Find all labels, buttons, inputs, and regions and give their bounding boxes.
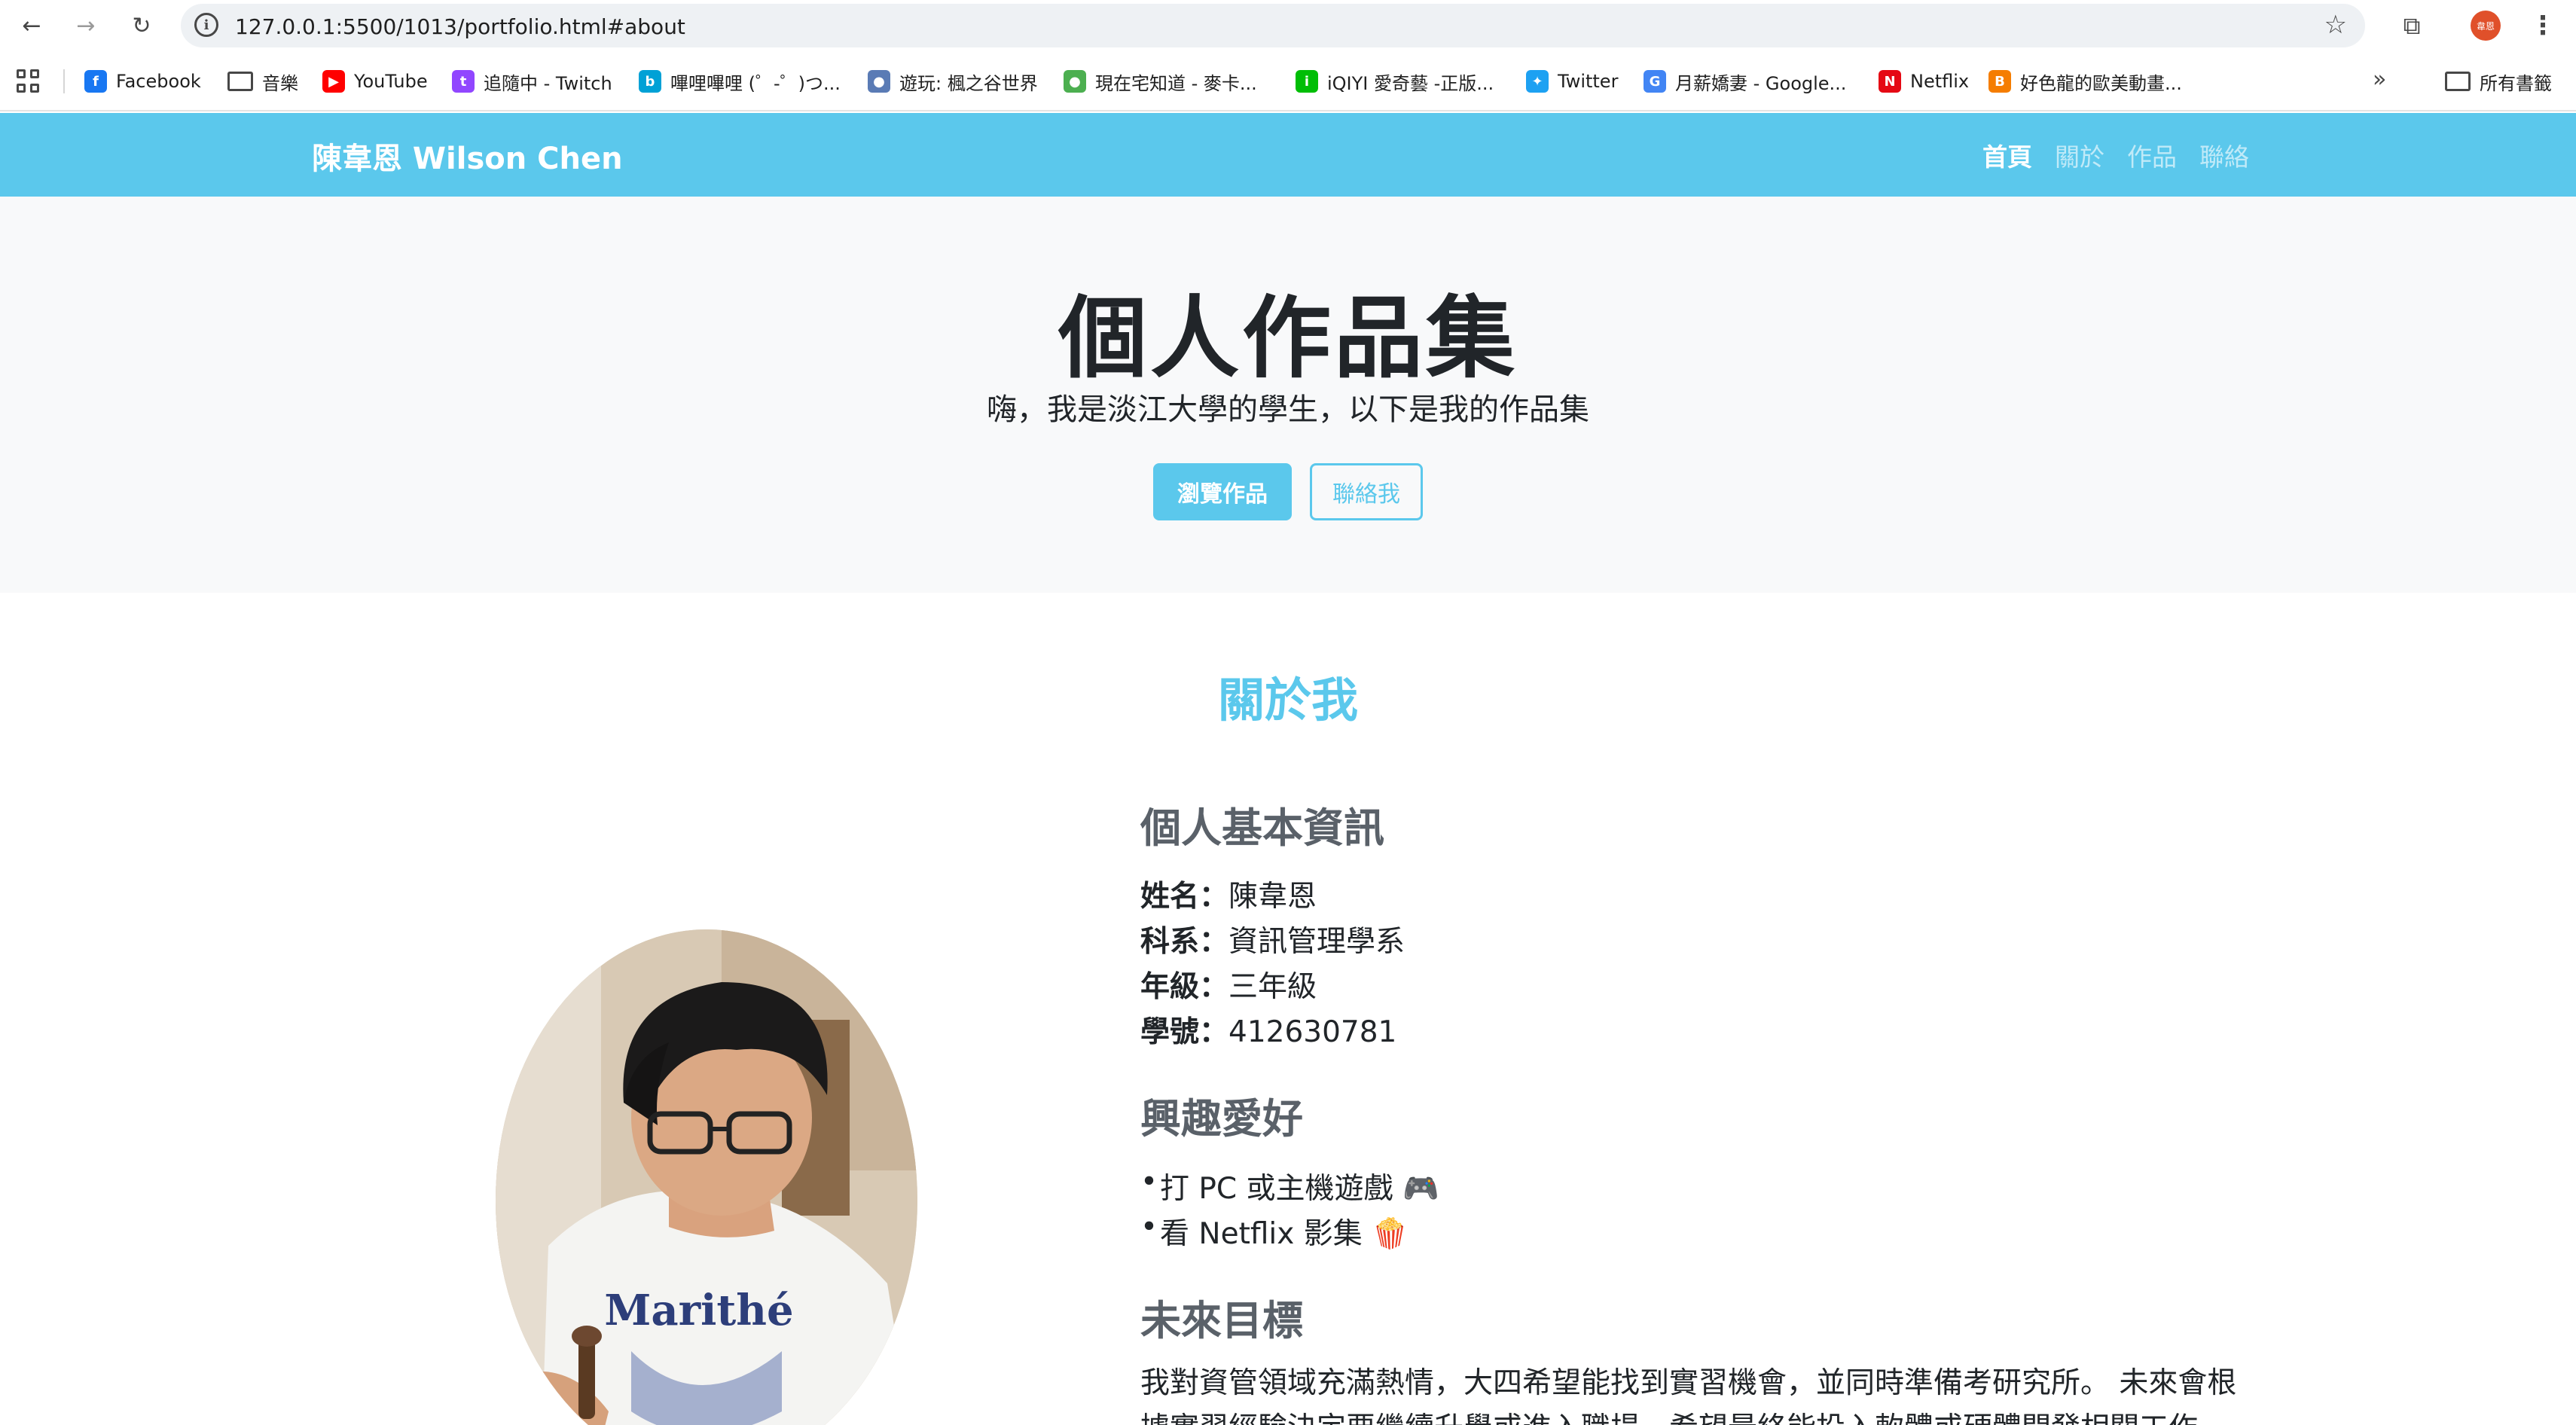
nav-link-about[interactable]: 關於	[2055, 137, 2104, 173]
shirt-print-text: Marithé	[604, 1286, 793, 1335]
bookmark-label: YouTube	[354, 71, 428, 92]
about-title: 關於我	[1217, 673, 1358, 728]
browse-works-button[interactable]: 瀏覽作品	[1153, 463, 1292, 520]
bookmark-item[interactable]: G 月薪嬌妻 - Google...	[1644, 66, 1846, 96]
twitch-icon: t	[452, 70, 475, 93]
bookmark-item[interactable]: f Facebook	[84, 66, 201, 96]
field-value: 陳韋恩	[1228, 880, 1317, 914]
address-bar[interactable]: i 127.0.0.1:5500/1013/portfolio.html#abo…	[181, 4, 2365, 47]
profile-avatar[interactable]: 韋恩	[2471, 11, 2501, 41]
bookmarks-divider	[63, 69, 65, 93]
folder-icon	[2445, 72, 2471, 91]
bookmark-item[interactable]: ▶ YouTube	[322, 66, 428, 96]
bookmarks-bar: f Facebook 音樂 ▶ YouTube t 追隨中 - Twitch b 嗶哩嗶哩 (゜…	[0, 62, 2576, 101]
folder-icon	[227, 72, 253, 91]
bookmark-item[interactable]: b 嗶哩嗶哩 (゜-゜)つ...	[639, 66, 841, 96]
field-grade: 年級：三年級	[1140, 963, 1317, 1005]
iqiyi-icon: i	[1296, 70, 1318, 93]
nav-link-works[interactable]: 作品	[2127, 137, 2177, 173]
site-info-icon[interactable]: i	[194, 13, 218, 37]
goals-paragraph: 我對資管領域充滿熱情，大四希望能找到實習機會，並同時準備考研究所。 未來會根據實…	[1140, 1366, 2237, 1425]
hobbies-heading: 興趣愛好	[1140, 1095, 1303, 1143]
field-department: 科系：資訊管理學系	[1140, 918, 1405, 960]
hobby-item: 看 Netflix 影集 🍿	[1140, 1210, 1409, 1253]
hero-subtitle: 嗨，我是淡江大學的學生，以下是我的作品集	[987, 392, 1589, 427]
about-section: 關於我 Marithé 個人基本資訊 姓名：陳韋恩 科系：資訊管理學系 年級：三…	[0, 593, 2576, 1425]
all-bookmarks-label: 所有書籤	[2480, 72, 2552, 94]
field-value: 412630781	[1228, 1015, 1397, 1049]
bookmark-star-icon[interactable]: ☆	[2324, 10, 2347, 40]
bookmark-label: Facebook	[116, 71, 201, 92]
browser-toolbar: ← → ↻ i 127.0.0.1:5500/1013/portfolio.ht…	[0, 0, 2576, 51]
browser-chrome: ← → ↻ i 127.0.0.1:5500/1013/portfolio.ht…	[0, 0, 2576, 111]
twitter-icon: ✦	[1526, 70, 1549, 93]
bookmark-item[interactable]: ✦ Twitter	[1526, 66, 1618, 96]
reload-icon[interactable]: ↻	[125, 9, 158, 42]
bookmark-item[interactable]: i iQIYI 愛奇藝 -正版...	[1296, 66, 1494, 96]
bookmark-label: iQIYI 愛奇藝 -正版...	[1327, 72, 1494, 94]
bookmark-item[interactable]: ● 遊玩: 楓之谷世界	[868, 66, 1038, 96]
bookmark-item[interactable]: t 追隨中 - Twitch	[452, 66, 612, 96]
hero-title: 個人作品集	[1058, 286, 1518, 390]
field-name: 姓名：陳韋恩	[1140, 873, 1317, 915]
netflix-icon: N	[1879, 70, 1901, 93]
bookmark-label: Twitter	[1558, 71, 1619, 92]
blogger-icon: B	[1988, 70, 2011, 93]
google-icon: G	[1644, 70, 1666, 93]
field-label: 年級：	[1140, 970, 1229, 1004]
hero-buttons: 瀏覽作品 聯絡我	[0, 463, 2576, 520]
bookmark-item[interactable]: B 好色龍的歐美動畫...	[1988, 66, 2182, 96]
bookmark-label: Netflix	[1910, 71, 1970, 92]
bookmark-label: 遊玩: 楓之谷世界	[899, 72, 1038, 94]
bookmarks-overflow-icon[interactable]: »	[2373, 66, 2386, 93]
bookmark-label: 追隨中 - Twitch	[484, 72, 612, 94]
bookmark-label: 音樂	[262, 72, 298, 94]
bookmark-item[interactable]: N Netflix	[1879, 66, 1969, 96]
field-label: 學號：	[1140, 1015, 1229, 1049]
extensions-puzzle-icon[interactable]: ⧉	[2395, 9, 2428, 42]
nav-links: 首頁 關於 作品 聯絡	[1982, 137, 2249, 173]
back-arrow-icon[interactable]: ←	[15, 9, 48, 42]
nav-link-home[interactable]: 首頁	[1982, 137, 2032, 173]
maplestory-icon: ●	[868, 70, 890, 93]
field-label: 科系：	[1140, 925, 1229, 959]
all-bookmarks-folder[interactable]: 所有書籤	[2445, 66, 2552, 96]
bookmark-label: 月薪嬌妻 - Google...	[1675, 72, 1847, 94]
site-brand[interactable]: 陳韋恩 Wilson Chen	[312, 134, 623, 178]
bookmark-item[interactable]: 音樂	[227, 66, 298, 96]
bilibili-icon: b	[639, 70, 661, 93]
basic-info-heading: 個人基本資訊	[1140, 804, 1384, 852]
mycard-icon: ●	[1064, 70, 1086, 93]
bookmark-label: 嗶哩嗶哩 (゜-゜)つ...	[670, 72, 841, 94]
field-value: 三年級	[1228, 970, 1317, 1004]
address-url[interactable]: 127.0.0.1:5500/1013/portfolio.html#about	[235, 14, 685, 39]
field-label: 姓名：	[1140, 880, 1229, 914]
nav-link-contact[interactable]: 聯絡	[2199, 137, 2249, 173]
bookmark-label: 好色龍的歐美動畫...	[2020, 72, 2182, 94]
bookmark-item[interactable]: ● 現在宅知道 - 麥卡...	[1064, 66, 1257, 96]
hobby-item: 打 PC 或主機遊戲 🎮	[1140, 1165, 1439, 1207]
facebook-icon: f	[84, 70, 107, 93]
forward-arrow-icon[interactable]: →	[69, 9, 102, 42]
youtube-icon: ▶	[322, 70, 345, 93]
contact-me-button[interactable]: 聯絡我	[1310, 463, 1423, 520]
hero-section: 個人作品集 嗨，我是淡江大學的學生，以下是我的作品集 瀏覽作品 聯絡我	[0, 197, 2576, 593]
apps-grid-icon[interactable]	[17, 69, 41, 93]
bookmark-label: 現在宅知道 - 麥卡...	[1095, 72, 1257, 94]
profile-photo: Marithé	[496, 929, 917, 1425]
goals-heading: 未來目標	[1140, 1297, 1303, 1344]
more-menu-icon[interactable]: ⋮	[2528, 9, 2558, 42]
site-navbar: 陳韋恩 Wilson Chen 首頁 關於 作品 聯絡	[0, 113, 2576, 197]
field-value: 資訊管理學系	[1228, 925, 1406, 959]
field-student-id: 學號：412630781	[1140, 1008, 1396, 1051]
